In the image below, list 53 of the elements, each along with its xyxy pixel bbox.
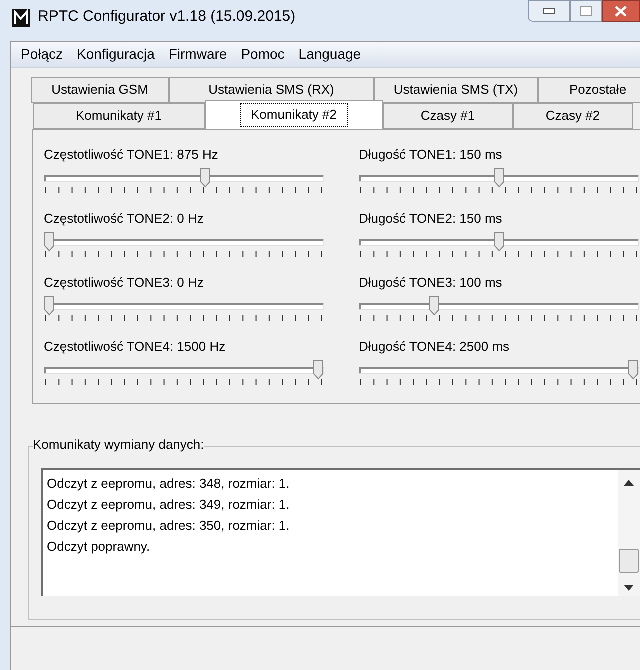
menu-item[interactable]: Konfiguracja [77,44,155,65]
log-line: Odczyt poprawny. [47,538,152,556]
window-title: RPTC Configurator v1.18 (15.09.2015) [38,7,296,28]
menu-item[interactable]: Firmware [168,44,228,65]
slider-label: Długość TONE2: 150 ms [359,211,504,227]
menu-item[interactable]: Language [298,44,362,65]
maximize-icon [580,6,592,16]
slider-label: Częstotliwość TONE3: 0 Hz [44,275,205,291]
slider[interactable] [359,232,639,252]
slider-label: Długość TONE1: 150 ms [359,147,504,163]
close-icon [615,6,627,16]
slider-thumb[interactable] [628,360,639,380]
scroll-up-icon[interactable] [624,480,634,486]
log-line: Odczyt z eepromu, adres: 349, rozmiar: 1. [47,496,291,514]
slider-label: Częstotliwość TONE4: 1500 Hz [44,339,227,355]
tab[interactable]: Czasy #1 [383,103,513,129]
slider-thumb[interactable] [44,232,55,252]
scroll-thumb[interactable] [619,549,639,573]
minimize-icon [543,8,555,14]
close-button[interactable] [602,0,640,22]
slider-thumb[interactable] [44,296,55,316]
log-line: Odczyt z eepromu, adres: 348, rozmiar: 1. [47,475,291,493]
slider-label: Częstotliwość TONE1: 875 Hz [44,147,220,163]
slider[interactable] [359,360,639,380]
log-line: Odczyt z eepromu, adres: 350, rozmiar: 1. [47,517,291,535]
slider[interactable] [44,232,324,252]
tab[interactable]: Ustawienia SMS (TX) [374,77,538,103]
tab[interactable]: Komunikaty #1 [33,103,205,129]
tab[interactable]: Pozostałe [538,77,640,103]
slider[interactable] [44,168,324,188]
scroll-down-icon[interactable] [624,585,634,591]
slider-thumb[interactable] [200,168,212,188]
menu-item[interactable]: Pomoc [241,44,285,65]
slider-label: Długość TONE3: 100 ms [359,275,504,291]
scrollbar[interactable] [618,470,640,596]
tab[interactable]: Ustawienia GSM [31,77,169,103]
group-title: Komunikaty wymiany danych: [33,437,204,453]
slider-thumb[interactable] [313,360,324,380]
app-logo-icon [12,8,30,26]
slider[interactable] [44,296,324,316]
slider-thumb[interactable] [494,232,504,252]
slider-thumb[interactable] [494,168,504,188]
slider-thumb[interactable] [428,296,440,316]
slider[interactable] [44,360,324,380]
slider-label: Częstotliwość TONE2: 0 Hz [44,211,205,227]
slider[interactable] [359,296,639,316]
menu-item[interactable]: Połącz [21,44,64,65]
minimize-button[interactable] [528,0,570,22]
tab[interactable]: Komunikaty #2 [205,100,383,129]
slider-label: Długość TONE4: 2500 ms [359,339,511,355]
tab[interactable]: Ustawienia SMS (RX) [169,77,374,103]
tab[interactable]: Czasy #2 [513,103,633,129]
slider[interactable] [359,168,639,188]
